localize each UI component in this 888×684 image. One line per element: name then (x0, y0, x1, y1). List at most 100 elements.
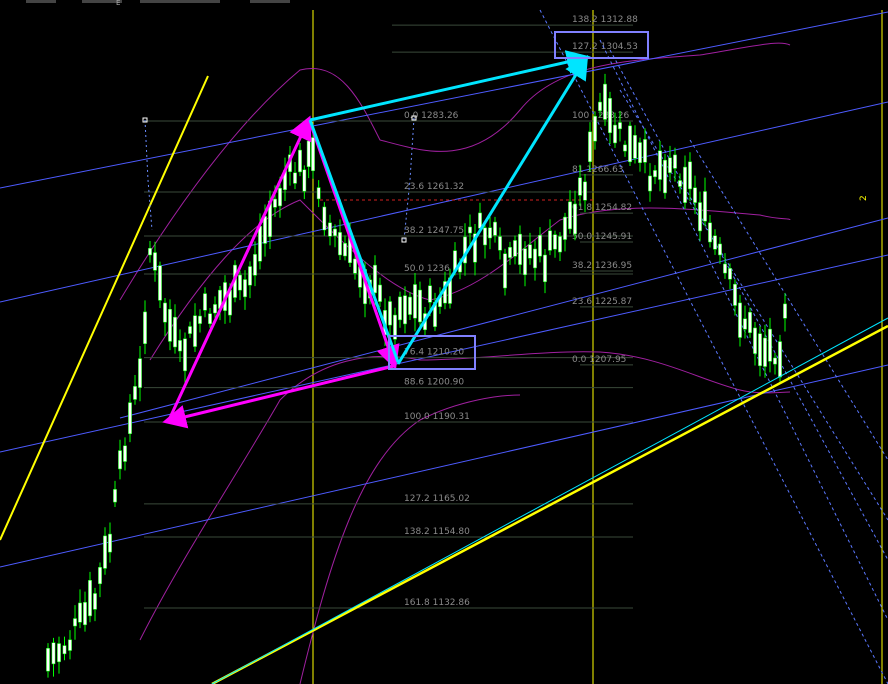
candle-body (51, 642, 56, 665)
candle-body (633, 135, 637, 159)
candle-body (568, 201, 572, 230)
candle-body (593, 115, 597, 142)
candle-body (663, 159, 667, 194)
fib-label-upper: 23.6 1261.32 (404, 182, 464, 192)
candle-body (678, 180, 682, 187)
candle-body (558, 236, 562, 253)
candle-body (73, 618, 77, 627)
fib-label-right: 50.0 1245.91 (572, 232, 632, 242)
candle-body (533, 248, 537, 269)
candle-body (83, 602, 87, 626)
fib-label-upper: 50.0 1236 (404, 264, 450, 274)
candle-body (128, 402, 132, 434)
candle-body (46, 648, 50, 672)
candle-body (758, 333, 762, 367)
candle-body (278, 187, 282, 207)
candle-body (618, 122, 622, 130)
candle-body (738, 302, 742, 338)
fib-label-upper: 100.0 1190.31 (404, 412, 470, 422)
candle-body (388, 301, 392, 326)
candle-body (503, 253, 507, 289)
candle-body (98, 567, 102, 585)
candle-body (113, 489, 117, 503)
candle-body (198, 315, 202, 324)
candle-body (373, 264, 377, 294)
candle-body (493, 221, 497, 236)
fib-label-upper: 127.2 1165.02 (404, 494, 470, 504)
fib-label-upper: 38.2 1247.75 (404, 226, 464, 236)
candle-body (468, 226, 472, 234)
candle-body (148, 248, 152, 256)
candle-body (673, 154, 677, 169)
candle-body (133, 386, 137, 400)
candle-body (62, 645, 67, 655)
candle-body (783, 303, 787, 319)
candle-body (263, 216, 267, 244)
candle-body (648, 175, 652, 192)
candle-body (753, 327, 757, 354)
fib-label-upper: 127.2 1304.53 (572, 42, 638, 52)
candle-body (563, 216, 567, 240)
candle-body (413, 284, 417, 319)
candle-body (158, 265, 162, 301)
candle-body (248, 266, 252, 286)
candle-body (203, 293, 207, 311)
candle-body (57, 643, 61, 663)
candle-body (703, 191, 707, 222)
candle-body (418, 289, 422, 323)
candle-body (543, 254, 547, 283)
candle-body (378, 284, 382, 302)
candle-body (483, 227, 487, 246)
candle-body (508, 247, 512, 258)
candle-body (638, 142, 642, 163)
candle-body (528, 244, 532, 259)
fib-label-upper: 138.2 1312.88 (572, 15, 638, 25)
candle-body (728, 268, 732, 280)
candle-body (518, 233, 522, 265)
candle-body (178, 340, 182, 352)
candle-body (653, 170, 657, 178)
candle-body (723, 263, 727, 274)
candle-body (478, 212, 482, 229)
candle-body (78, 602, 82, 623)
candle-body (311, 137, 315, 172)
candle-body (298, 149, 302, 173)
candle-body (183, 338, 187, 372)
candle-body (322, 206, 327, 231)
candle-body (598, 101, 602, 112)
candle-body (538, 235, 542, 257)
fib-label-right: 61.8 1254.82 (572, 203, 632, 213)
candle-body (488, 227, 492, 239)
candle-body (548, 230, 552, 251)
candle-body (258, 225, 262, 262)
candle-body (88, 580, 92, 617)
candle-body (643, 139, 647, 163)
price-chart[interactable]: E 2 138.2 1312.88127.2 1304.530.0 1283.2… (0, 0, 888, 684)
candle-body (708, 222, 712, 243)
candle-body (398, 296, 402, 321)
candle-body (623, 144, 627, 152)
candle-body (428, 285, 432, 303)
candle-body (553, 234, 557, 250)
fib-label-right: 38.2 1236.95 (572, 261, 632, 271)
candle-body (608, 98, 612, 134)
fib-label-upper: 88.6 1200.90 (404, 378, 464, 388)
candle-body (163, 302, 167, 323)
fib-label-right: 23.6 1225.87 (572, 297, 632, 307)
candle-body (118, 450, 122, 470)
candle-body (123, 445, 127, 462)
candle-body (193, 315, 197, 347)
candle-body (213, 304, 217, 314)
fib-label-upper: 76.4 1210.20 (404, 348, 464, 358)
candle-body (253, 254, 257, 276)
candle-body (273, 198, 277, 208)
candle-body (613, 124, 617, 144)
candle-body (523, 248, 527, 276)
candle-body (293, 172, 297, 184)
candle-body (768, 328, 772, 362)
candle-body (713, 235, 717, 250)
candle-body (302, 169, 307, 192)
candle-body (188, 326, 192, 334)
candle-body (743, 318, 747, 330)
candle-body (208, 313, 212, 325)
